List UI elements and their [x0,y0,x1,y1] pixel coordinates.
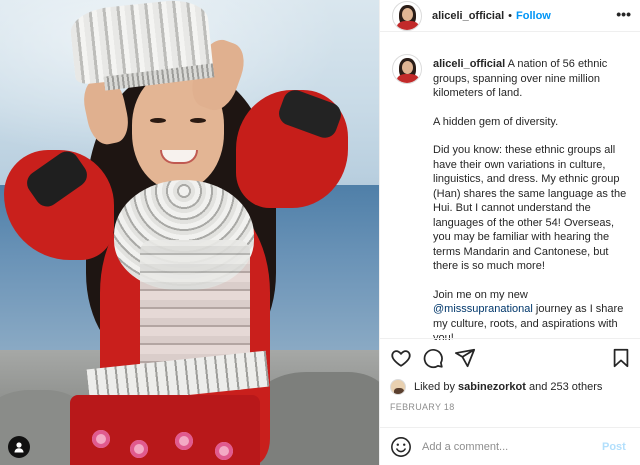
comment-icon[interactable] [422,347,444,369]
liker-avatar[interactable] [390,379,406,395]
comment-bar: Post [380,427,640,465]
more-options-icon[interactable]: ••• [616,6,631,22]
bookmark-icon[interactable] [610,347,632,369]
eye [150,118,166,123]
likes-summary: Liked by sabinezorkot and 253 others [390,378,602,396]
caption-paragraph: Did you know: these ethnic groups all ha… [433,144,627,272]
separator-dot: • [508,9,513,22]
mention-link[interactable]: @misssupranational [433,303,533,315]
avatar[interactable] [392,0,422,31]
tagged-user-icon[interactable] [8,436,30,458]
embroidered-flower [215,442,233,460]
username-link[interactable]: aliceli_official [432,10,504,22]
emoji-icon[interactable] [390,436,412,458]
caption-section: aliceli_official A nation of 56 ethnic g… [380,44,640,340]
post-header: aliceli_official • Follow ••• [380,0,640,32]
embroidered-flower [92,430,110,448]
post-photo[interactable] [0,0,379,465]
post-comment-button[interactable]: Post [602,441,626,453]
caption-text: aliceli_official A nation of 56 ethnic g… [433,57,629,340]
comment-input[interactable] [422,436,594,457]
post-details-panel: aliceli_official • Follow ••• aliceli_of… [379,0,640,465]
caption-username-link[interactable]: aliceli_official [433,58,505,70]
avatar[interactable] [392,54,422,84]
eye [190,118,206,123]
action-bar [380,338,640,374]
embroidered-flower [130,440,148,458]
likes-count[interactable]: and 253 others [529,381,602,393]
follow-button[interactable]: Follow [516,10,551,22]
caption-text-fragment: Join me on my new [433,288,528,301]
caption-paragraph: A hidden gem of diversity. [433,115,559,128]
share-icon[interactable] [454,347,476,369]
embroidered-flower [175,432,193,450]
likes-prefix: Liked by [414,381,455,393]
liker-username-link[interactable]: sabinezorkot [458,381,526,393]
heart-icon[interactable] [390,347,412,369]
post-date[interactable]: FEBRUARY 18 [390,402,455,412]
